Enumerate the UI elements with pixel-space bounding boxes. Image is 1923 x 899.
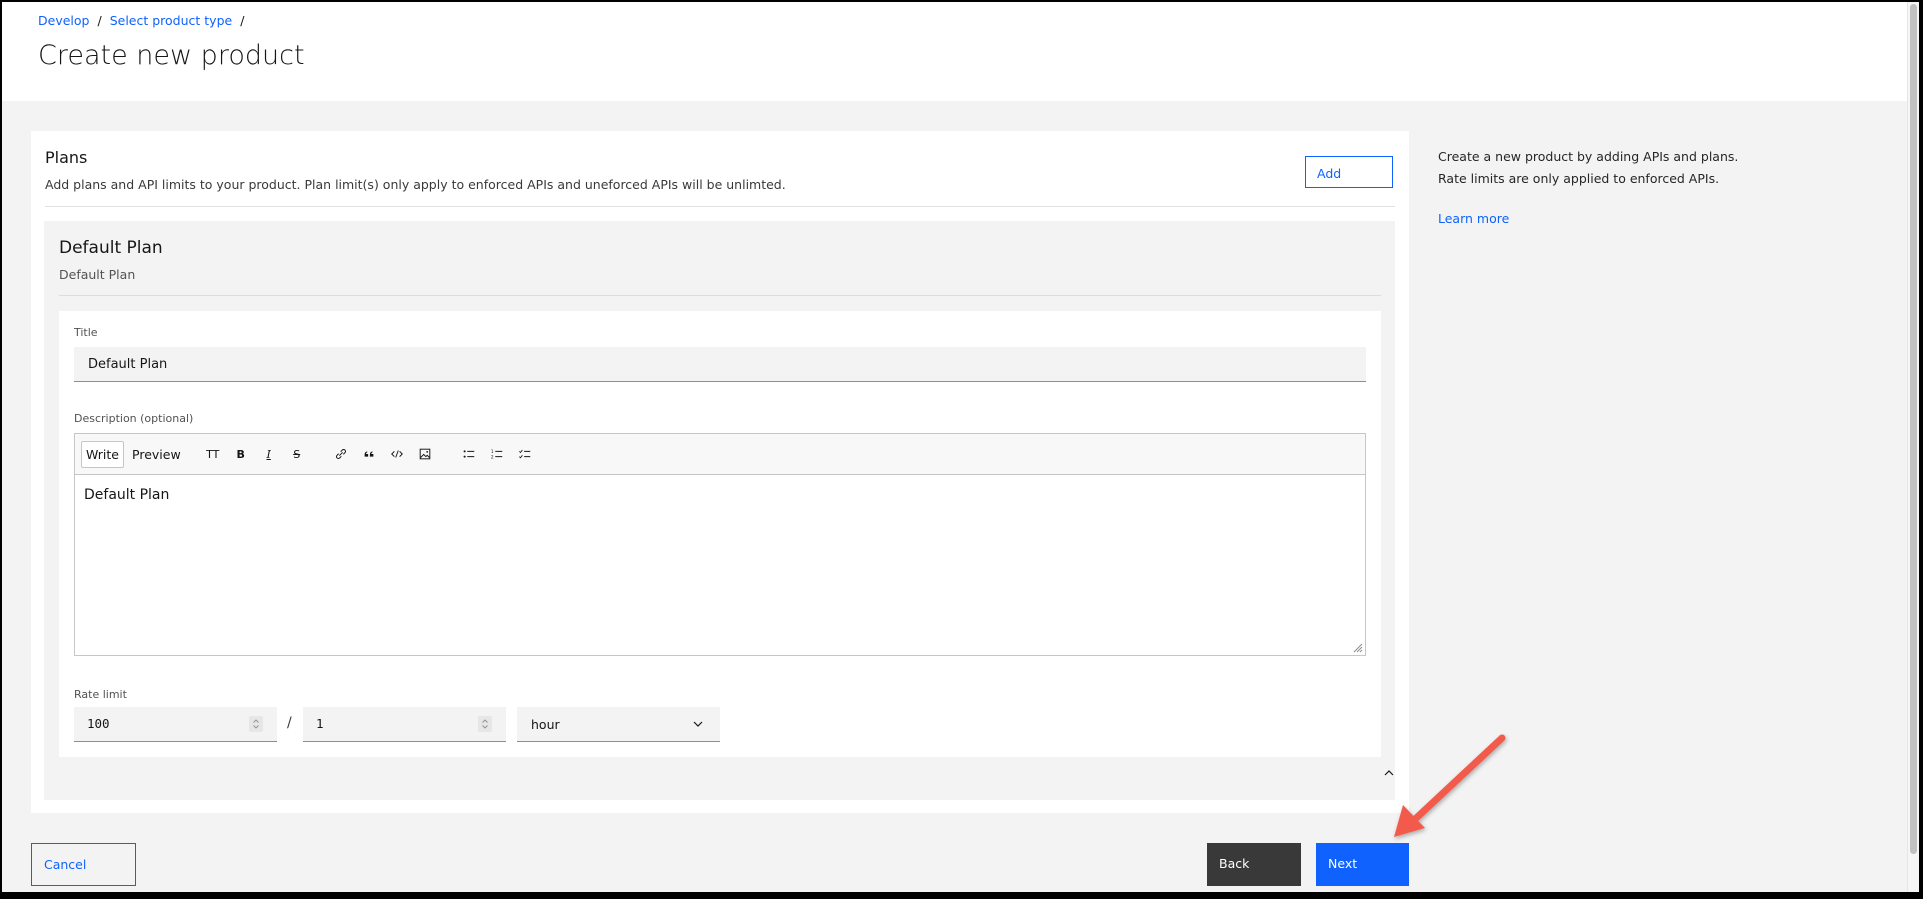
bulleted-list-icon[interactable] bbox=[457, 442, 481, 466]
learn-more-link[interactable]: Learn more bbox=[1438, 211, 1509, 226]
page-header: Develop / Select product type / Create new … bbox=[2, 2, 1907, 101]
svg-text:1: 1 bbox=[491, 449, 494, 455]
plan-subtitle: Default Plan bbox=[59, 267, 136, 282]
info-line-1: Create a new product by adding APIs and … bbox=[1438, 149, 1739, 164]
divider bbox=[45, 206, 1395, 207]
breadcrumb-separator: / bbox=[240, 13, 245, 28]
write-tab[interactable]: Write bbox=[81, 440, 125, 468]
text-size-icon[interactable]: TT bbox=[201, 442, 225, 466]
plans-description: Add plans and API limits to your product… bbox=[45, 177, 786, 192]
quote-icon[interactable] bbox=[357, 442, 381, 466]
resize-handle-icon[interactable] bbox=[1351, 641, 1363, 653]
description-label: Description (optional) bbox=[74, 412, 194, 425]
period-unit-value: hour bbox=[531, 717, 560, 732]
breadcrumb-develop[interactable]: Develop bbox=[38, 13, 89, 28]
back-button[interactable]: Back bbox=[1207, 843, 1301, 886]
strikethrough-icon[interactable]: S bbox=[285, 442, 309, 466]
divider bbox=[59, 295, 1381, 296]
add-plan-button[interactable]: Add bbox=[1305, 156, 1393, 188]
plans-title: Plans bbox=[45, 148, 88, 167]
title-label: Title bbox=[74, 326, 98, 339]
info-panel: Create a new product by adding APIs and … bbox=[1438, 146, 1738, 190]
next-button[interactable]: Next bbox=[1316, 843, 1409, 886]
rate-limit-period-input[interactable]: 1 bbox=[303, 707, 506, 742]
requests-value: 100 bbox=[87, 716, 110, 731]
link-icon[interactable] bbox=[329, 442, 353, 466]
stepper-icon[interactable] bbox=[478, 716, 492, 732]
plan-form: Title Default Plan Description (optional… bbox=[59, 311, 1381, 757]
breadcrumb-separator: / bbox=[97, 13, 102, 28]
scrollbar-thumb[interactable] bbox=[1910, 4, 1917, 854]
chevron-down-icon bbox=[693, 721, 703, 727]
chevron-up-icon[interactable] bbox=[1381, 765, 1397, 781]
italic-icon[interactable]: I bbox=[257, 442, 281, 466]
app-frame: Develop / Select product type / Create new … bbox=[2, 2, 1919, 892]
svg-text:2: 2 bbox=[491, 454, 494, 460]
rate-limit-label: Rate limit bbox=[74, 688, 127, 701]
bold-icon[interactable]: B bbox=[229, 442, 253, 466]
preview-tab[interactable]: Preview bbox=[132, 447, 181, 462]
period-count-value: 1 bbox=[316, 716, 324, 731]
title-input[interactable]: Default Plan bbox=[74, 347, 1366, 382]
plan-accordion: Default Plan Default Plan Title Default … bbox=[44, 221, 1395, 800]
description-editor: Write Preview TT B I S 1 2 Default Plan bbox=[74, 433, 1366, 656]
rate-separator: / bbox=[287, 715, 292, 731]
code-icon[interactable] bbox=[385, 442, 409, 466]
page-title: Create new product bbox=[38, 40, 305, 71]
editor-toolbar: Write Preview TT B I S 1 2 bbox=[75, 434, 1365, 475]
task-list-icon[interactable] bbox=[513, 442, 537, 466]
breadcrumb-select-product-type[interactable]: Select product type bbox=[110, 13, 233, 28]
period-unit-select[interactable]: hour bbox=[517, 707, 720, 742]
info-line-2: Rate limits are only applied to enforced… bbox=[1438, 171, 1720, 186]
plan-title: Default Plan bbox=[59, 238, 163, 258]
plans-card: Plans Add plans and API limits to your p… bbox=[31, 131, 1409, 813]
description-textarea[interactable]: Default Plan bbox=[84, 487, 169, 503]
rate-limit-requests-input[interactable]: 100 bbox=[74, 707, 277, 742]
cancel-button[interactable]: Cancel bbox=[31, 843, 136, 886]
stepper-icon[interactable] bbox=[249, 716, 263, 732]
numbered-list-icon[interactable]: 12 bbox=[485, 442, 509, 466]
image-icon[interactable] bbox=[413, 442, 437, 466]
breadcrumb: Develop / Select product type / bbox=[38, 13, 252, 28]
